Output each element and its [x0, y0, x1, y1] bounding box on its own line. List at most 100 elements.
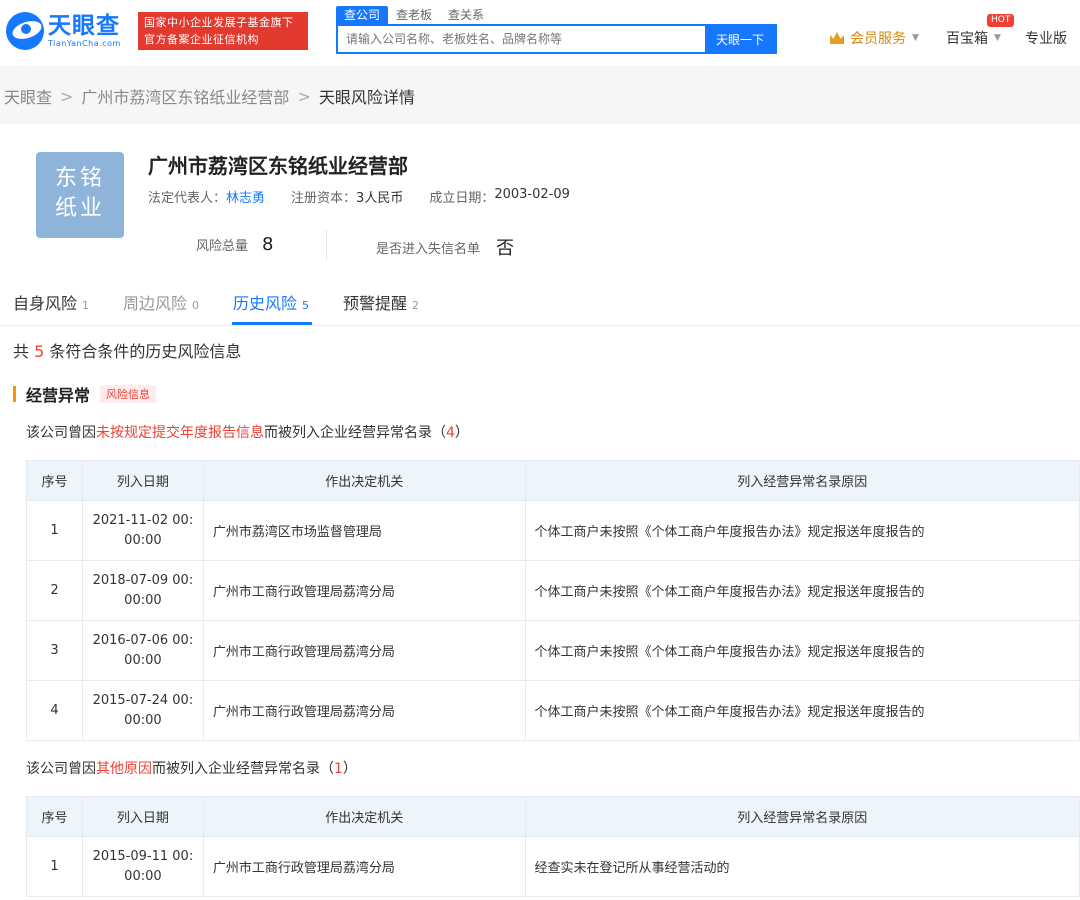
cell-authority: 广州市工商行政管理局荔湾分局	[202, 620, 526, 681]
search-tab-relation[interactable]: 查关系	[440, 6, 492, 24]
search-tabs: 查公司 查老板 查关系	[336, 6, 492, 24]
risk-tabs: 自身风险 1 周边风险 0 历史风险 5 预警提醒 2	[0, 280, 1080, 326]
search-button[interactable]: 天眼一下	[705, 26, 775, 52]
header-reason: 列入经营异常名录原因	[524, 796, 1080, 837]
desc-highlight: 其他原因	[96, 761, 152, 777]
header-no: 序号	[26, 796, 83, 837]
tab-warning[interactable]: 预警提醒 2	[343, 290, 419, 314]
company-logo-line-2: 纸业	[54, 196, 105, 221]
risk-total-value: 8	[262, 234, 274, 255]
tab-label: 自身风险	[13, 294, 78, 313]
top-bar: 天眼查 TianYanCha.com 国家中小企业发展子基金旗下 官方备案企业征…	[0, 0, 1080, 66]
group1-description: 该公司曾因未按规定提交年度报告信息而被列入企业经营异常名录（4）	[26, 422, 469, 442]
desc-count: 4	[446, 425, 455, 441]
chevron-right-icon: >	[60, 86, 74, 106]
tab-label: 历史风险	[233, 294, 298, 313]
site-logo[interactable]: 天眼查 TianYanCha.com	[6, 12, 121, 50]
search-input[interactable]	[338, 26, 705, 52]
cell-authority: 广州市工商行政管理局荔湾分局	[202, 560, 526, 621]
abnormal-table-2: 序号 列入日期 作出决定机关 列入经营异常名录原因 1 2015-09-11 0…	[26, 796, 1080, 897]
desc-highlight: 未按规定提交年度报告信息	[96, 425, 264, 441]
summary-count: 5	[34, 342, 45, 361]
cell-no: 1	[26, 836, 83, 897]
tab-self-risk[interactable]: 自身风险 1	[13, 290, 89, 314]
tab-count: 5	[302, 299, 310, 312]
cell-no: 3	[26, 620, 83, 681]
company-logo: 东铭 纸业	[36, 152, 124, 238]
table-row: 4 2015-07-24 00: 00:00 广州市工商行政管理局荔湾分局 个体工…	[26, 680, 1080, 741]
cell-date: 2015-09-11 00: 00:00	[81, 836, 204, 897]
risk-total-label: 风险总量	[196, 239, 249, 254]
cell-date: 2015-07-24 00: 00:00	[81, 680, 204, 741]
member-service-menu[interactable]: 会员服务 ▼	[830, 28, 919, 48]
result-summary: 共 5 条符合条件的历史风险信息	[13, 338, 241, 362]
toolbox-menu[interactable]: 百宝箱 ▼	[946, 28, 1001, 48]
desc-prefix: 该公司曾因	[26, 761, 96, 777]
date-line-1: 2016-07-06 00:	[92, 632, 194, 648]
desc-suffix: 而被列入企业经营异常名录（	[264, 425, 446, 441]
header-date: 列入日期	[81, 796, 204, 837]
header-no: 序号	[26, 460, 83, 501]
date-line-1: 2015-09-11 00:	[92, 848, 194, 864]
date-line-1: 2015-07-24 00:	[92, 692, 194, 708]
date-line-2: 00:00	[124, 652, 162, 668]
banner-line-1: 国家中小企业发展子基金旗下	[144, 16, 294, 29]
desc-suffix: 而被列入企业经营异常名录（	[152, 761, 334, 777]
section-title: 经营异常	[26, 386, 91, 405]
tab-surrounding-risk[interactable]: 周边风险 0	[123, 290, 199, 314]
breadcrumb-company[interactable]: 广州市荔湾区东铭纸业经营部	[81, 84, 289, 108]
desc-close: ）	[454, 425, 469, 441]
table-header-row: 序号 列入日期 作出决定机关 列入经营异常名录原因	[26, 460, 1080, 501]
desc-close: ）	[342, 761, 357, 777]
table-row: 1 2015-09-11 00: 00:00 广州市工商行政管理局荔湾分局 经查实…	[26, 836, 1080, 897]
cell-date: 2021-11-02 00: 00:00	[81, 500, 204, 561]
header-date: 列入日期	[81, 460, 204, 501]
section-accent-bar	[13, 386, 16, 402]
date-line-2: 00:00	[124, 868, 162, 884]
toolbox-label: 百宝箱	[946, 31, 988, 47]
date-line-1: 2021-11-02 00:	[92, 512, 194, 528]
cell-no: 1	[26, 500, 83, 561]
header-authority: 作出决定机关	[202, 796, 526, 837]
legal-rep-label: 法定代表人：	[148, 191, 227, 206]
company-meta: 法定代表人： 林志勇 注册资本： 3人民币 成立日期： 2003-02-09	[148, 187, 570, 206]
capital-label: 注册资本：	[291, 191, 357, 206]
cell-reason: 个体工商户未按照《个体工商户年度报告办法》规定报送年度报告的	[524, 620, 1080, 681]
breadcrumb-home[interactable]: 天眼查	[4, 84, 52, 108]
tab-history-risk[interactable]: 历史风险 5	[233, 290, 309, 314]
cell-reason: 个体工商户未按照《个体工商户年度报告办法》规定报送年度报告的	[524, 560, 1080, 621]
caret-down-icon: ▼	[994, 33, 1001, 43]
logo-domain: TianYanCha.com	[48, 39, 121, 48]
date-line-2: 00:00	[124, 712, 162, 728]
cell-date: 2018-07-09 00: 00:00	[81, 560, 204, 621]
risk-total: 风险总量 8	[196, 234, 273, 255]
legal-rep-link[interactable]: 林志勇	[226, 187, 265, 206]
section-header: 经营异常 风险信息	[13, 382, 157, 406]
breadcrumb: 天眼查 > 广州市荔湾区东铭纸业经营部 > 天眼风险详情	[4, 84, 415, 108]
risk-info-tag: 风险信息	[100, 385, 157, 403]
pro-version-link[interactable]: 专业版	[1025, 28, 1067, 48]
blacklist-value: 否	[496, 238, 515, 259]
cell-no: 4	[26, 680, 83, 741]
search-tab-company[interactable]: 查公司	[336, 6, 389, 24]
desc-prefix: 该公司曾因	[26, 425, 96, 441]
company-name[interactable]: 广州市荔湾区东铭纸业经营部	[148, 150, 408, 179]
date-line-1: 2018-07-09 00:	[92, 572, 194, 588]
blacklist-status: 是否进入失信名单 否	[376, 234, 514, 260]
tab-count: 0	[192, 299, 200, 312]
cell-authority: 广州市工商行政管理局荔湾分局	[202, 836, 526, 897]
cell-reason: 个体工商户未按照《个体工商户年度报告办法》规定报送年度报告的	[524, 680, 1080, 741]
table-row: 1 2021-11-02 00: 00:00 广州市荔湾区市场监督管理局 个体工商…	[26, 500, 1080, 561]
company-logo-line-1: 东铭	[54, 166, 105, 191]
abnormal-table-1: 序号 列入日期 作出决定机关 列入经营异常名录原因 1 2021-11-02 0…	[26, 460, 1080, 741]
search-box: 天眼一下	[336, 24, 777, 54]
date-line-2: 00:00	[124, 532, 162, 548]
official-banner: 国家中小企业发展子基金旗下 官方备案企业征信机构	[138, 12, 308, 50]
summary-suffix: 条符合条件的历史风险信息	[44, 342, 242, 361]
cell-authority: 广州市荔湾区市场监督管理局	[202, 500, 526, 561]
tab-label: 预警提醒	[343, 294, 408, 313]
tab-count: 1	[82, 299, 90, 312]
banner-line-2: 官方备案企业征信机构	[144, 33, 259, 46]
search-tab-boss[interactable]: 查老板	[388, 6, 440, 24]
header-reason: 列入经营异常名录原因	[524, 460, 1080, 501]
